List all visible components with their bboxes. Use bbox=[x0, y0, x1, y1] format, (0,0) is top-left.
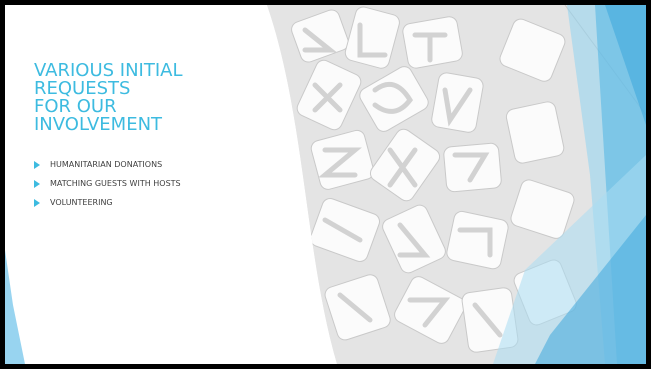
bullet-item-volunteering: VOLUNTEERING bbox=[34, 198, 181, 217]
slide: VARIOUS INITIAL REQUESTS FOR OUR INVOLVE… bbox=[5, 5, 646, 364]
bullet-label: VOLUNTEERING bbox=[50, 198, 113, 207]
slide-title-line: INVOLVEMENT bbox=[34, 114, 163, 135]
bullet-label: MATCHING GUESTS WITH HOSTS bbox=[50, 179, 181, 188]
bullet-label: HUMANITARIAN DONATIONS bbox=[50, 160, 163, 169]
bullet-item-matching-guests: MATCHING GUESTS WITH HOSTS bbox=[34, 179, 181, 198]
triangle-bullet-icon bbox=[34, 180, 40, 188]
slide-title: VARIOUS INITIAL REQUESTS FOR OUR INVOLVE… bbox=[34, 62, 264, 134]
bullet-item-humanitarian-donations: HUMANITARIAN DONATIONS bbox=[34, 160, 181, 179]
bullet-list: HUMANITARIAN DONATIONS MATCHING GUESTS W… bbox=[34, 160, 181, 217]
triangle-bullet-icon bbox=[34, 161, 40, 169]
triangle-bullet-icon bbox=[34, 199, 40, 207]
